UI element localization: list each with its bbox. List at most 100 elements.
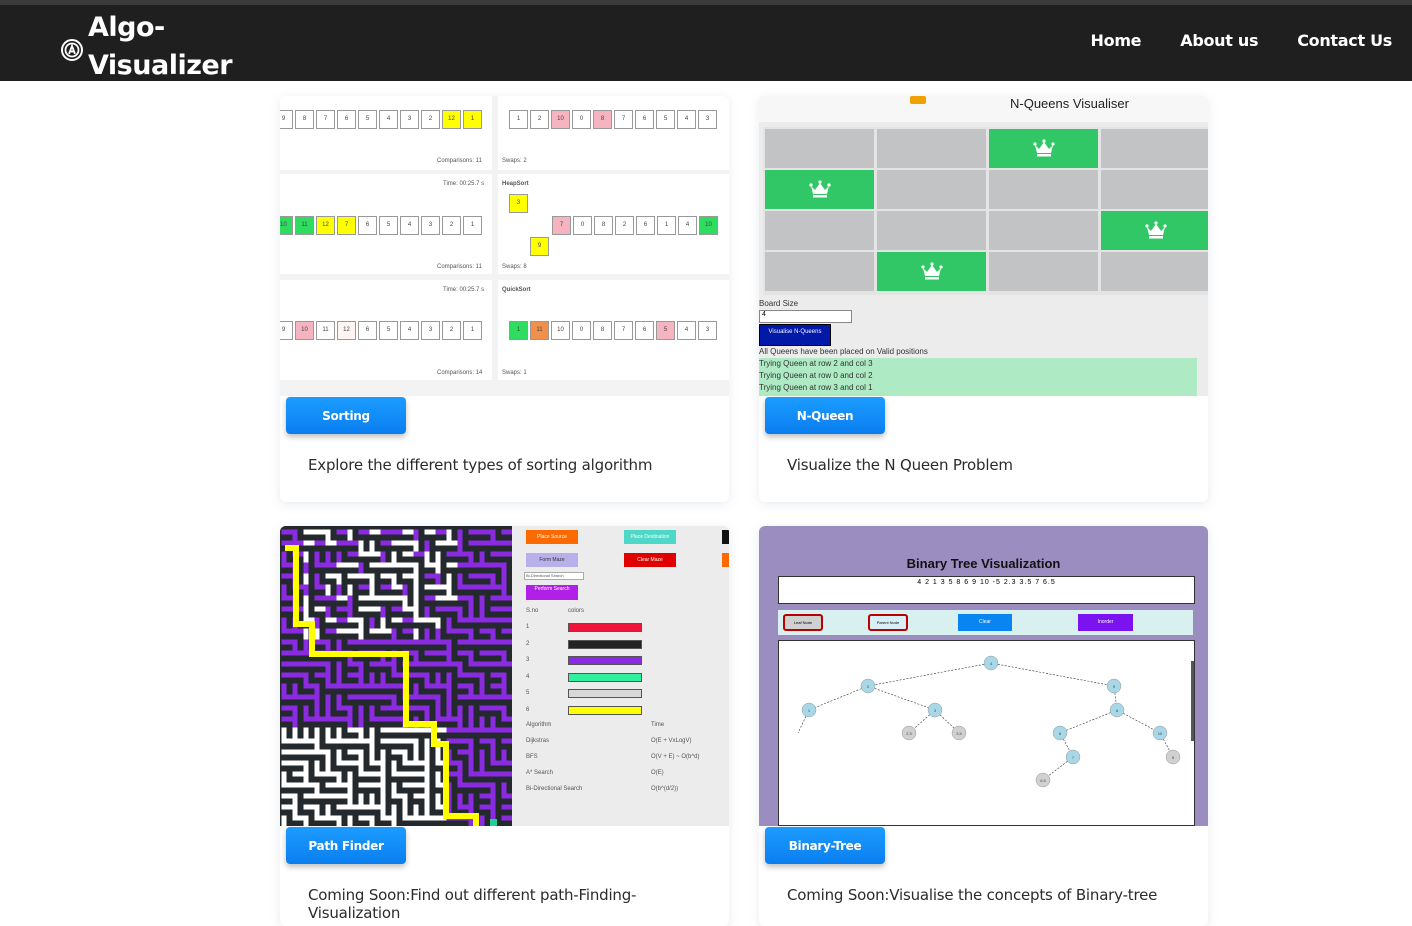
board-square[interactable] xyxy=(877,170,986,209)
sort-bar: 0 xyxy=(572,321,591,340)
board-size-input[interactable]: 4 xyxy=(759,310,852,323)
clear-tree-button[interactable]: Clear xyxy=(958,614,1012,631)
board-square[interactable] xyxy=(989,170,1098,209)
binarytree-button[interactable]: Binary-Tree xyxy=(765,827,885,864)
sort-bar: 6 xyxy=(635,110,654,129)
inorder-button[interactable]: Inorder xyxy=(1078,614,1133,631)
algorithm-select[interactable]: Bi-Directional Search xyxy=(524,572,584,580)
perform-search-button[interactable]: Perform Search xyxy=(526,585,578,600)
sort-bar: 1 xyxy=(509,110,528,129)
tree-node-label: 3.5 xyxy=(956,731,962,736)
algo-header: Algorithm xyxy=(526,722,552,728)
board-square[interactable] xyxy=(877,252,986,291)
sort-bar: 12 xyxy=(442,110,461,129)
nav-about-link[interactable]: About us xyxy=(1180,31,1258,50)
sort-label: Comparisons: 11 xyxy=(437,158,482,164)
visualise-button[interactable]: Visualise N-Queens xyxy=(759,324,831,346)
sort-bar: 2 xyxy=(530,110,549,129)
clear-maze-button[interactable]: Clear Maze xyxy=(624,553,676,567)
pathfinder-button[interactable]: Path Finder xyxy=(286,827,406,864)
board-square[interactable] xyxy=(765,252,874,291)
nav-contact-link[interactable]: Contact Us xyxy=(1297,31,1392,50)
board-square[interactable] xyxy=(1101,170,1208,209)
sort-bar: 4 xyxy=(678,216,697,235)
board-square[interactable] xyxy=(765,170,874,209)
board-square[interactable] xyxy=(989,211,1098,250)
sort-bar: 5 xyxy=(379,321,398,340)
tree-node-label: 10 xyxy=(1158,731,1163,736)
tree-diagram: 421 32.3 3.598676.5105 xyxy=(797,655,1181,788)
place-destination-button[interactable]: Place Destination xyxy=(624,530,676,544)
leaf-node-button[interactable]: Leaf Node xyxy=(783,614,823,631)
sort-bar: 4 xyxy=(400,216,419,235)
sort-label: Time: 00:25.7 s xyxy=(443,181,485,187)
logo-icon xyxy=(61,39,83,61)
tree-node-label: 6.5 xyxy=(1040,778,1046,783)
sort-bar: 12 xyxy=(316,216,335,235)
log-line: All Queens have been placed on Valid pos… xyxy=(759,347,928,356)
board-square[interactable] xyxy=(877,211,986,250)
sort-bar: 1 xyxy=(463,216,482,235)
queen-icon xyxy=(921,262,943,280)
tree-title: Binary Tree Visualization xyxy=(906,556,1061,571)
binarytree-thumbnail: Binary Tree Visualization 4 2 1 3 5 8 6 … xyxy=(759,526,1208,826)
log-line: Trying Queen at row 0 and col 2 xyxy=(759,371,873,380)
log-line: Trying Queen at row 3 and col 1 xyxy=(759,383,873,392)
board-square[interactable] xyxy=(989,252,1098,291)
nav-links: Home About us Contact Us xyxy=(1052,31,1393,50)
tree-node-label: 2.3 xyxy=(906,731,912,736)
sort-bar: 7 xyxy=(316,110,335,129)
place-source-button[interactable]: Place Source xyxy=(526,530,578,544)
card-pathfinder[interactable]: Place Source Place Destination Form Maze… xyxy=(280,526,729,926)
sorting-button[interactable]: Sorting xyxy=(286,397,406,434)
sort-bar: 8 xyxy=(594,216,613,235)
sort-bar: 5 xyxy=(379,216,398,235)
card-nqueen[interactable]: N-Queens Visualiser Board Size 4 Visuali… xyxy=(759,96,1208,502)
board-square[interactable] xyxy=(877,129,986,168)
queen-icon xyxy=(1033,139,1055,157)
sort-bar: 11 xyxy=(316,321,335,340)
sort-bar: 8 xyxy=(295,110,314,129)
sort-bar: 7 xyxy=(614,110,633,129)
legend-swatch xyxy=(568,639,642,649)
sort-bar: 5 xyxy=(358,110,377,129)
sort-label: Swaps: 2 xyxy=(502,158,527,164)
board-square[interactable] xyxy=(1101,129,1208,168)
sort-bar: 10 xyxy=(551,321,570,340)
sort-bar: 5 xyxy=(656,110,675,129)
board-square[interactable] xyxy=(1101,252,1208,291)
form-maze-button[interactable]: Form Maze xyxy=(526,553,578,567)
sort-label: Swaps: 8 xyxy=(502,264,527,270)
algo-time: O(b^(d/2)) xyxy=(651,786,679,792)
sort-bar: 2 xyxy=(442,216,461,235)
legend-swatch xyxy=(568,689,642,698)
sort-bar: 11 xyxy=(295,216,314,235)
sort-bar: 4 xyxy=(677,110,696,129)
board-square[interactable] xyxy=(765,211,874,250)
sort-bar: 6 xyxy=(358,321,377,340)
board-square[interactable] xyxy=(1101,211,1208,250)
legend-index: 1 xyxy=(526,624,530,630)
board-size-label: Board Size xyxy=(759,299,799,308)
sort-bar: 2 xyxy=(615,216,634,235)
board-square[interactable] xyxy=(765,129,874,168)
nav-home-link[interactable]: Home xyxy=(1091,31,1142,50)
nqueen-title: N-Queens Visualiser xyxy=(1010,96,1129,111)
brand[interactable]: Algo-Visualizer xyxy=(60,9,233,85)
sort-label: Swaps: 1 xyxy=(502,370,527,376)
card-sorting[interactable]: 9 8 7 6 5 4 3 2 12 1 1 2 10 0 8 7 6 5 4 3 10 11 12 7 6 5 4 3 2 1 7 0 8 2 6… xyxy=(280,96,729,502)
card-binarytree[interactable]: Binary Tree Visualization 4 2 1 3 5 8 6 … xyxy=(759,526,1208,926)
sort-bar: 5 xyxy=(656,321,675,340)
nqueen-button[interactable]: N-Queen xyxy=(765,397,885,434)
legend-swatch xyxy=(568,705,642,715)
sort-bar: 8 xyxy=(593,110,612,129)
board-square[interactable] xyxy=(989,129,1098,168)
sort-bar: 3 xyxy=(698,110,717,129)
brand-name: Algo-Visualizer xyxy=(88,12,233,81)
legend-swatch xyxy=(568,623,642,632)
legend-index: 2 xyxy=(526,640,530,647)
parent-node-button[interactable]: Parent Node xyxy=(868,614,908,631)
tree-input[interactable]: 4 2 1 3 5 8 6 9 10 -5 2.3 3.5 7 6.5 xyxy=(778,576,1195,604)
algo-name: Bi-Directional Search xyxy=(526,786,583,792)
sort-bar: 10 xyxy=(280,216,293,235)
